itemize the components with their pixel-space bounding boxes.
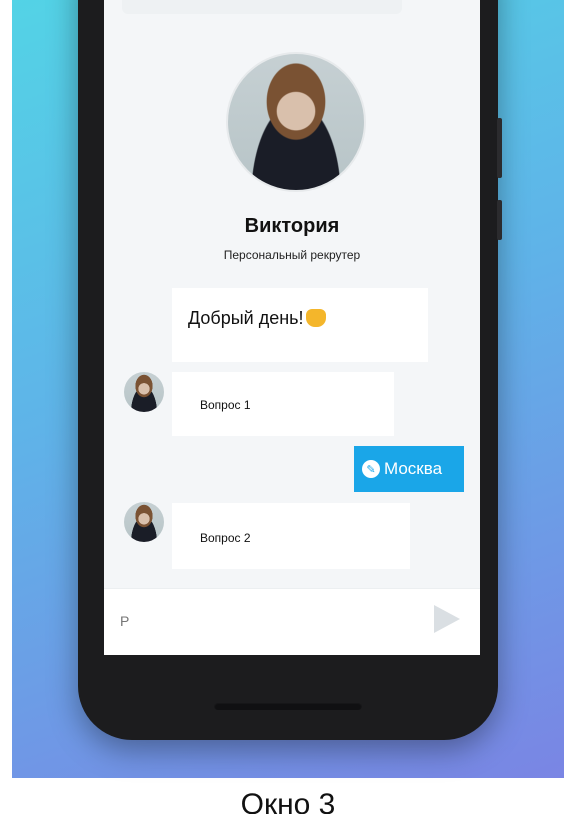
caption: Окно 3 [240,788,336,814]
message-bubble: Добрый день! [172,288,428,362]
raised-hands-icon [305,309,326,327]
user-reply-bubble[interactable]: ✎ Москва [354,446,464,492]
recruiter-role: Персональный рекрутер [223,248,361,262]
message-text: Вопрос 1 [200,398,251,412]
reply-text: Москва [384,459,443,478]
phone-home-indicator [214,702,362,710]
message-input[interactable] [118,607,422,635]
pencil-icon[interactable]: ✎ [362,460,380,478]
message-input-bar [104,588,480,655]
message-text: Вопрос 2 [200,531,251,545]
recruiter-avatar [226,52,366,192]
message-avatar [124,372,164,412]
chat-screen: Виктория Персональный рекрутер Добрый де… [104,0,480,655]
message-avatar [124,502,164,542]
message-text: Добрый день! [188,308,304,328]
message-bubble: Вопрос 1 [172,372,394,436]
phone-side-button [497,118,502,178]
message-bubble: Вопрос 2 [172,503,410,569]
send-icon[interactable] [434,605,460,633]
top-bar [122,0,402,14]
recruiter-name: Виктория [244,215,340,237]
phone-side-button [497,200,502,240]
